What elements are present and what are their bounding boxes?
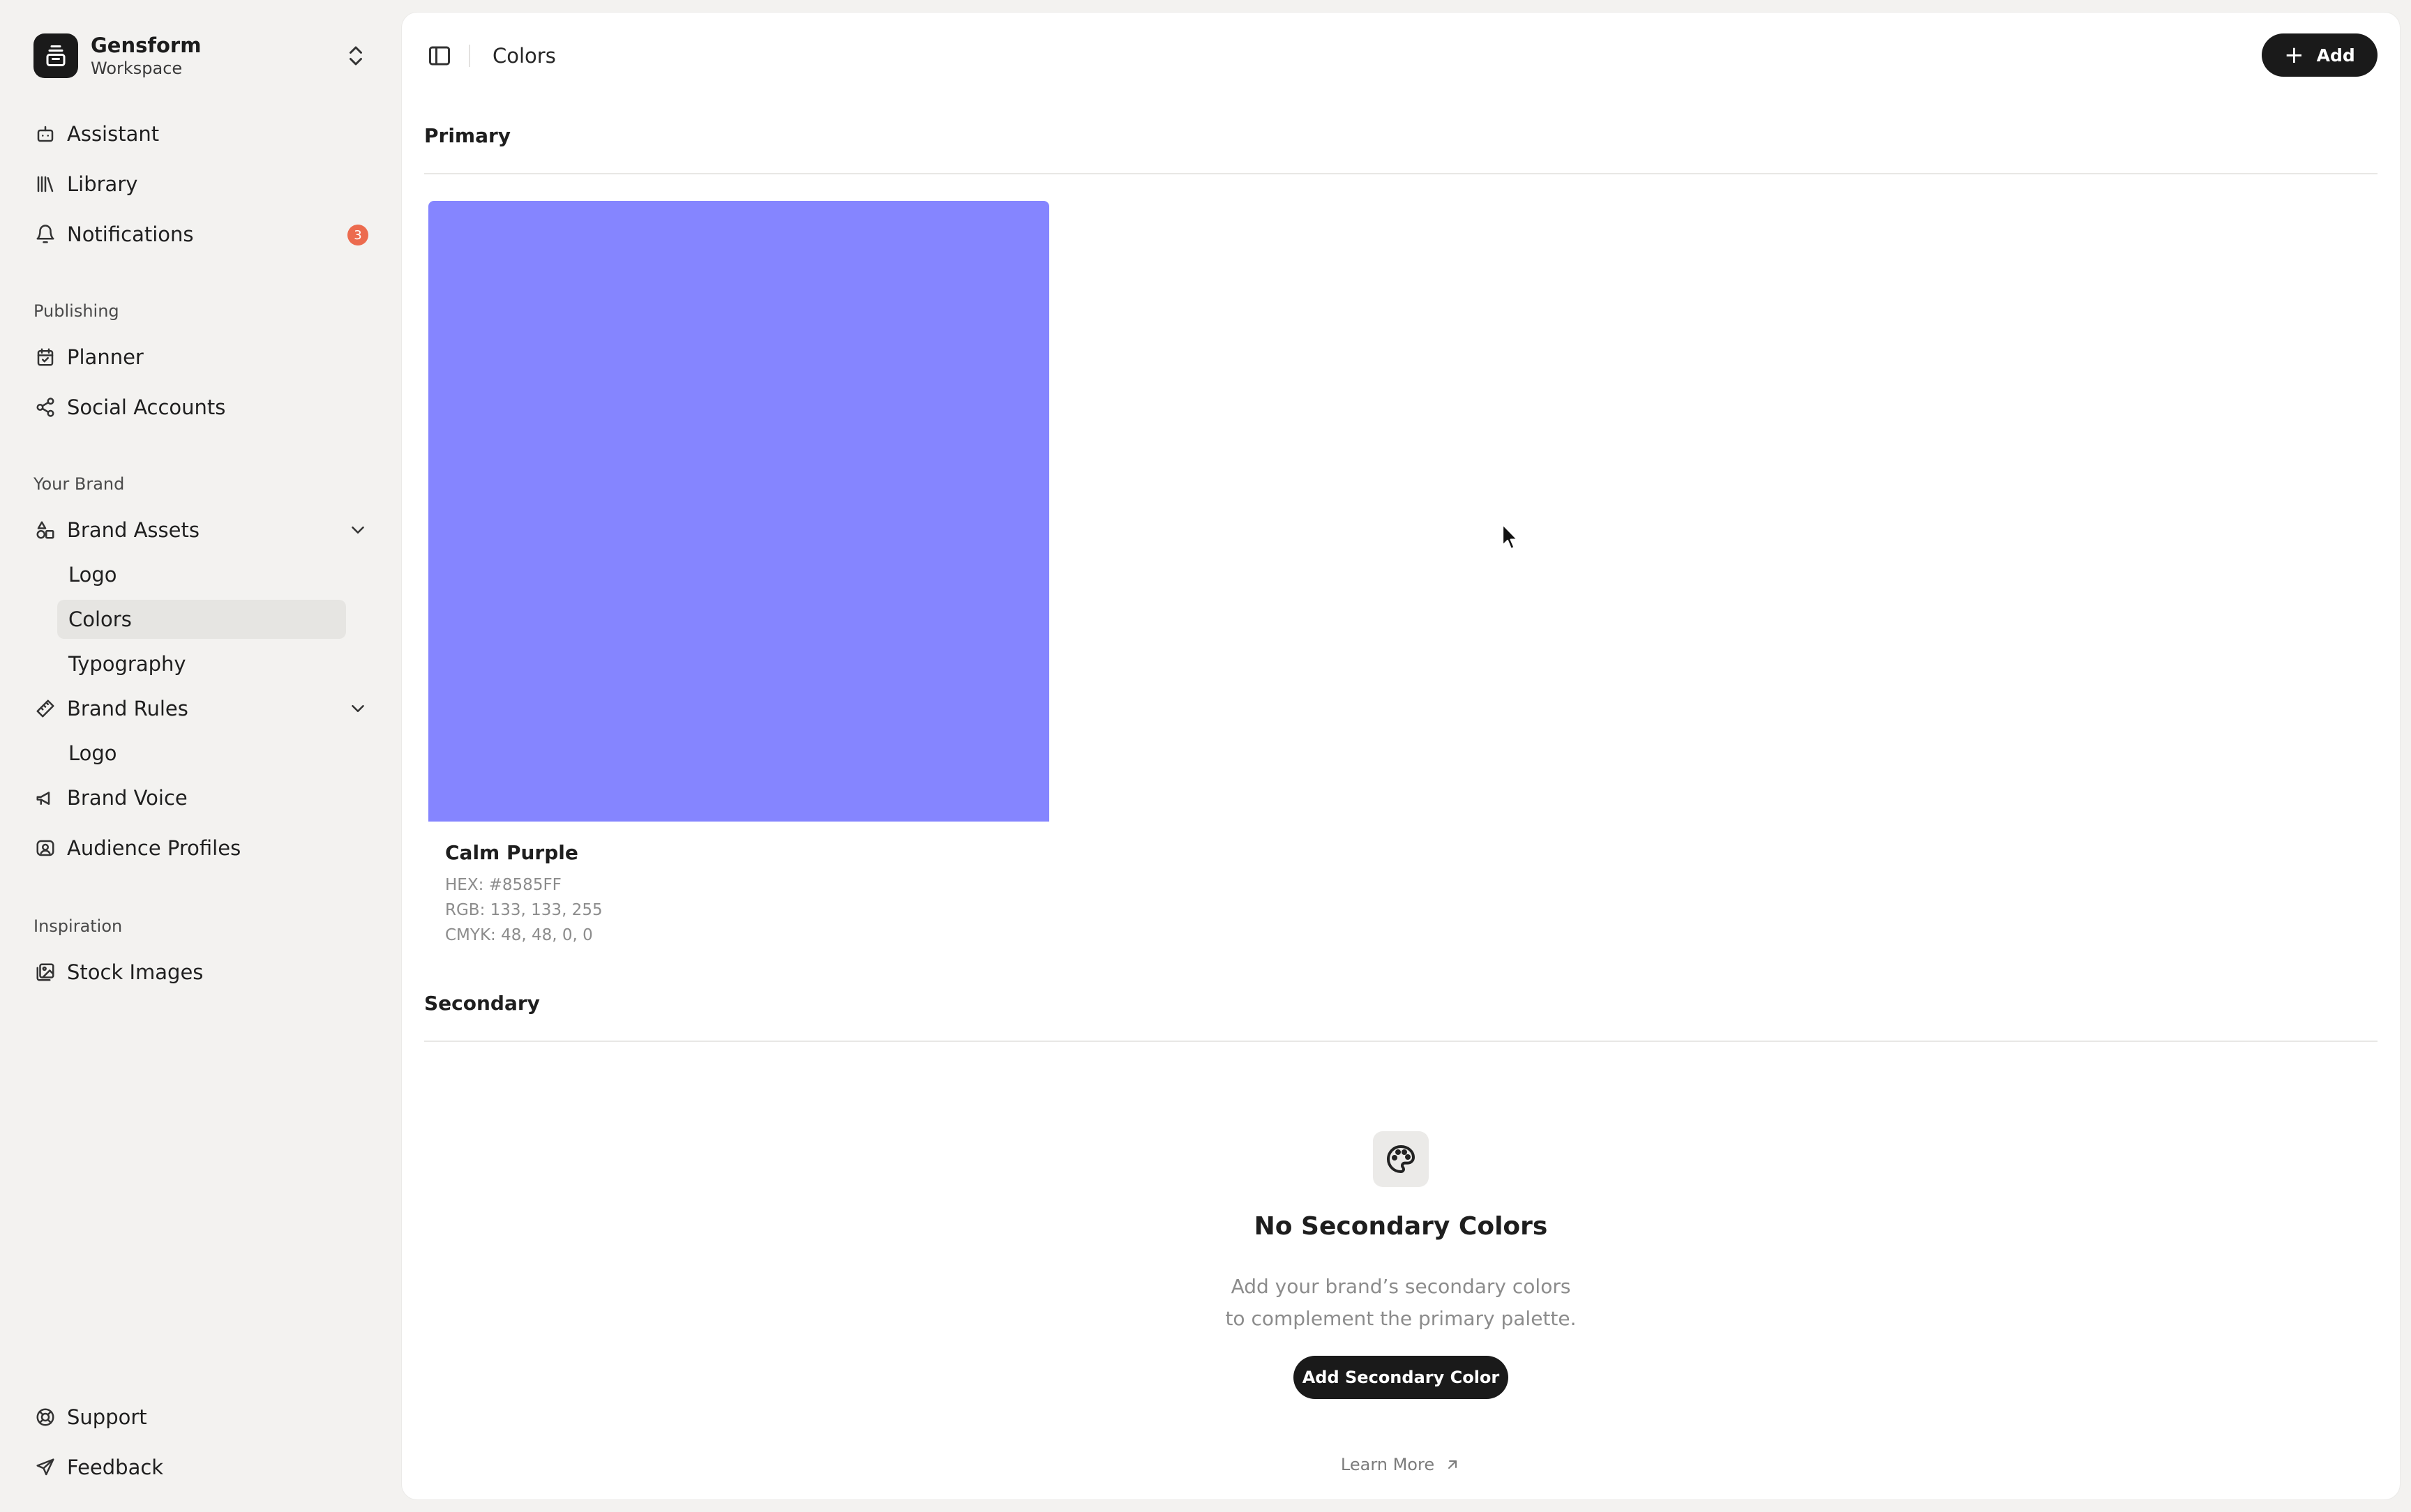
add-button[interactable]: + Add <box>2262 33 2378 77</box>
sidebar-item-label: Brand Voice <box>67 786 188 810</box>
sidebar-item-label: Brand Assets <box>67 518 200 542</box>
divider <box>424 1041 2378 1042</box>
sidebar-subitem-logo[interactable]: Logo <box>57 555 346 594</box>
sidebar-subitem-colors[interactable]: Colors <box>57 600 346 639</box>
empty-state-description: to complement the primary palette. <box>1225 1307 1577 1330</box>
chevron-down-icon[interactable] <box>347 520 368 540</box>
audience-icon <box>33 836 57 860</box>
bot-icon <box>33 122 57 146</box>
ruler-icon <box>33 697 57 720</box>
sidebar-item-feedback[interactable]: Feedback <box>33 1446 368 1488</box>
chevrons-up-down-icon[interactable] <box>343 43 368 68</box>
color-rgb-value: RGB: 133, 133, 255 <box>445 901 603 919</box>
calendar-icon <box>33 345 57 369</box>
empty-state-title: No Secondary Colors <box>1254 1212 1548 1241</box>
sidebar-item-brand-rules[interactable]: Brand Rules <box>33 688 368 729</box>
top-bar: Colors + Add <box>402 13 2400 99</box>
images-icon <box>33 960 57 984</box>
breadcrumb: Colors <box>493 44 556 68</box>
share-icon <box>33 395 57 419</box>
lifebuoy-icon <box>33 1405 57 1429</box>
library-icon <box>33 172 57 196</box>
send-icon <box>33 1456 57 1479</box>
sidebar-item-stock-images[interactable]: Stock Images <box>33 951 368 993</box>
arrow-up-right-icon <box>1448 1460 1457 1469</box>
sidebar-item-label: Audience Profiles <box>67 836 241 860</box>
sidebar-toggle-icon[interactable] <box>427 43 452 68</box>
sidebar-item-planner[interactable]: Planner <box>33 336 368 378</box>
add-button-label: Add <box>2316 45 2355 66</box>
section-title-secondary: Secondary <box>424 992 540 1015</box>
color-hex-value: HEX: #8585FF <box>445 876 562 894</box>
megaphone-icon <box>33 786 57 810</box>
add-secondary-color-button[interactable]: Add Secondary Color <box>1293 1356 1508 1399</box>
learn-more-link[interactable]: Learn More <box>1337 1455 1465 1474</box>
sidebar-item-support[interactable]: Support <box>33 1396 368 1438</box>
divider <box>424 173 2378 174</box>
section-label-your-brand: Your Brand <box>33 474 125 494</box>
mouse-cursor-icon <box>1501 523 1519 550</box>
sidebar-item-label: Assistant <box>67 122 160 146</box>
sidebar-item-assistant[interactable]: Assistant <box>33 113 368 155</box>
learn-more-label: Learn More <box>1340 1455 1435 1474</box>
shapes-icon <box>33 518 57 542</box>
sidebar-item-social-accounts[interactable]: Social Accounts <box>33 386 368 428</box>
workspace-name: Gensform <box>91 33 202 57</box>
sidebar-item-label: Stock Images <box>67 960 204 984</box>
section-label-publishing: Publishing <box>33 301 119 321</box>
plus-icon: + <box>2284 41 2304 69</box>
chevron-down-icon[interactable] <box>347 698 368 719</box>
sidebar-item-label: Feedback <box>67 1456 164 1479</box>
palette-icon <box>1373 1131 1429 1187</box>
color-swatch[interactable] <box>428 201 1049 822</box>
section-label-inspiration: Inspiration <box>33 916 123 936</box>
section-title-primary: Primary <box>424 124 511 147</box>
main-panel: Colors + Add Primary Calm Purple HEX: #8… <box>402 13 2400 1499</box>
sidebar-item-audience-profiles[interactable]: Audience Profiles <box>33 827 368 869</box>
sidebar-item-label: Library <box>67 172 138 196</box>
workspace-logo-icon <box>33 33 78 78</box>
bell-icon <box>33 222 57 246</box>
sidebar: Gensform Workspace Assistant Library Not… <box>0 0 402 1512</box>
workspace-subtitle: Workspace <box>91 59 183 78</box>
sidebar-item-brand-assets[interactable]: Brand Assets <box>33 509 368 551</box>
sidebar-item-label: Brand Rules <box>67 697 188 720</box>
notification-count-badge: 3 <box>347 225 368 245</box>
sidebar-item-label: Planner <box>67 345 144 369</box>
sidebar-item-library[interactable]: Library <box>33 163 368 205</box>
sidebar-subitem-rules-logo[interactable]: Logo <box>57 734 346 773</box>
sidebar-item-label: Support <box>67 1405 147 1429</box>
color-name: Calm Purple <box>445 841 578 864</box>
sidebar-item-notifications[interactable]: Notifications 3 <box>33 213 368 255</box>
empty-state-description: Add your brand’s secondary colors <box>1231 1275 1571 1298</box>
workspace-switcher[interactable]: Gensform Workspace <box>33 32 368 80</box>
divider <box>469 45 470 67</box>
sidebar-item-label: Social Accounts <box>67 395 226 419</box>
sidebar-item-label: Notifications <box>67 222 194 246</box>
sidebar-subitem-typography[interactable]: Typography <box>57 644 346 683</box>
sidebar-item-brand-voice[interactable]: Brand Voice <box>33 777 368 819</box>
color-cmyk-value: CMYK: 48, 48, 0, 0 <box>445 926 593 944</box>
